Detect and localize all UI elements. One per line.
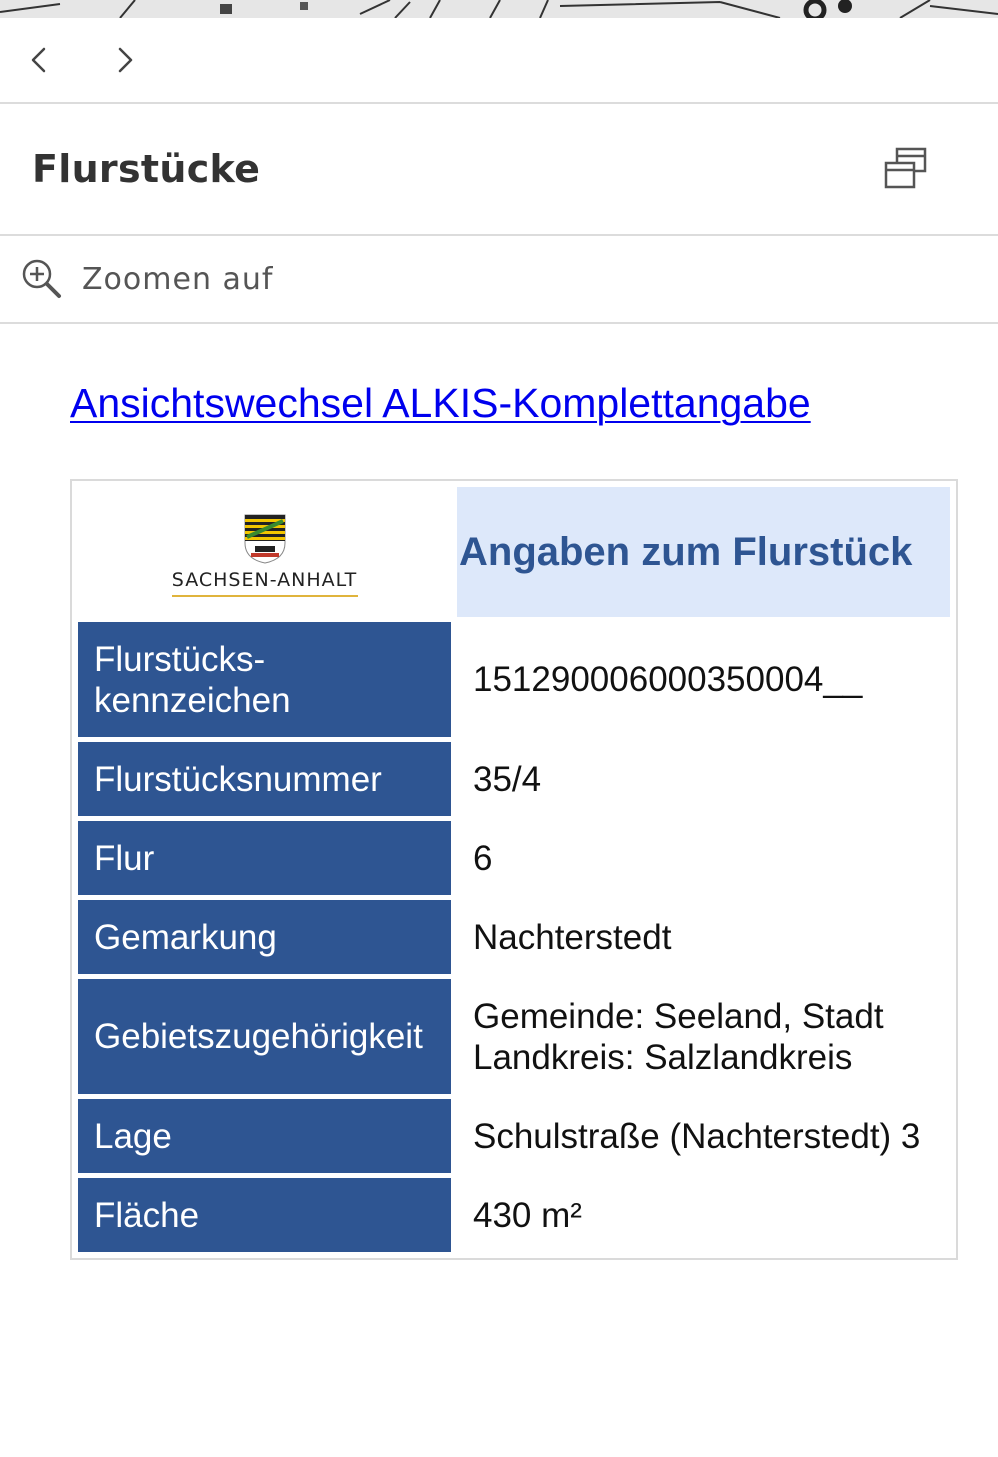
table-heading: Angaben zum Flurstück [459, 529, 913, 574]
row-value: 6 [473, 838, 493, 878]
row-value: 151290006000350004__ [473, 660, 863, 699]
view-switch-link[interactable]: Ansichtswechsel ALKIS-Komplettangabe [70, 380, 811, 427]
panel-header: Flurstücke [0, 104, 998, 236]
table-row: Flurstücksnummer 35/4 [78, 742, 950, 816]
table-row: Gemarkung Nachterstedt [78, 900, 950, 974]
table-row: Flur 6 [78, 821, 950, 895]
zoom-in-icon [22, 259, 61, 298]
popup-content: Ansichtswechsel ALKIS-Komplettangabe [0, 324, 998, 427]
previous-button[interactable] [24, 30, 84, 90]
row-label: Flur [78, 821, 451, 895]
row-value: 35/4 [473, 759, 542, 799]
restore-window-button[interactable] [882, 145, 930, 193]
navigation-bar [0, 18, 998, 104]
row-label: Lage [78, 1099, 451, 1173]
zoom-to-label: Zoomen auf [82, 261, 274, 297]
next-button[interactable] [110, 30, 170, 90]
chevron-right-icon [118, 47, 133, 73]
table-row: Fläche 430 m² [78, 1178, 950, 1252]
table-heading-cell: Angaben zum Flurstück [457, 487, 950, 617]
table-row: Lage Schulstraße (Nachterstedt) 3 [78, 1099, 950, 1173]
row-label: Gemarkung [78, 900, 451, 974]
logo-text: SACHSEN-ANHALT [171, 569, 358, 591]
row-label-line: kennzeichen [94, 680, 291, 720]
row-value: 430 m² [473, 1195, 582, 1235]
panel-title: Flurstücke [32, 147, 261, 191]
table-row: Gebietszugehörigkeit Gemeinde: Seeland, … [78, 979, 950, 1094]
table-header-row: SACHSEN-ANHALT Angaben zum Flurstück [78, 487, 950, 617]
row-value: Gemeinde: Seeland, Stadt Landkreis: Salz… [457, 979, 950, 1094]
row-label: Fläche [78, 1178, 451, 1252]
parcel-info-table: SACHSEN-ANHALT Angaben zum Flurstück Flu… [70, 479, 958, 1260]
row-value: Schulstraße (Nachterstedt) 3 [473, 1116, 921, 1156]
chevron-left-icon [31, 47, 46, 73]
state-logo: SACHSEN-ANHALT [78, 487, 451, 617]
logo-underline [171, 595, 358, 597]
popup-panel: Flurstücke Zoomen auf Ansichtswechsel AL… [0, 18, 998, 1457]
coat-of-arms-icon [244, 514, 285, 564]
zoom-to-action[interactable]: Zoomen auf [0, 236, 998, 324]
row-label: Flurstücksnummer [78, 742, 451, 816]
row-label: Gebietszugehörigkeit [78, 979, 451, 1094]
row-value-line: Gemeinde: Seeland, Stadt [473, 996, 884, 1036]
restore-window-icon [884, 147, 927, 189]
row-value-line: Landkreis: Salzlandkreis [473, 1037, 853, 1077]
table-row: Flurstücks- kennzeichen 1512900060003500… [78, 622, 950, 737]
map-background-strip [0, 0, 998, 18]
row-label-line: Flurstücks- [94, 639, 266, 679]
row-label: Flurstücks- kennzeichen [78, 622, 451, 737]
row-value: Nachterstedt [473, 917, 672, 957]
